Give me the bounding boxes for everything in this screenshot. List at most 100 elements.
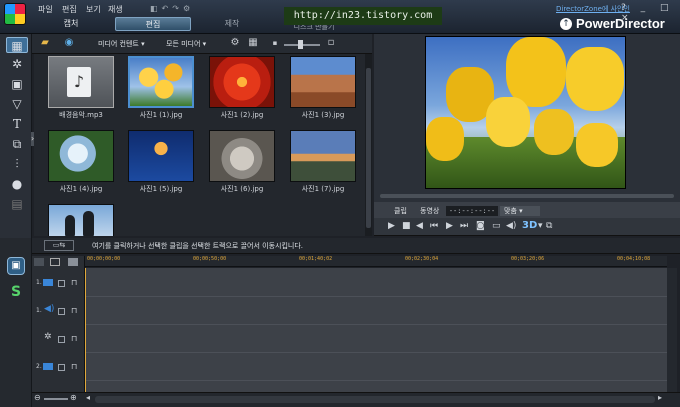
previous-clip-icon[interactable]: ⏮ — [430, 221, 438, 231]
3d-mode-button[interactable]: 3D — [522, 220, 537, 231]
menu-play[interactable]: 재생 — [108, 4, 123, 15]
playhead[interactable] — [85, 268, 86, 392]
audio-mixing-room-icon[interactable]: ⫶ — [8, 156, 26, 172]
grid-view-icon[interactable]: ▦ — [244, 36, 262, 50]
timeline-menu-icon[interactable] — [68, 258, 78, 266]
effect-room-icon[interactable]: ✲ — [8, 56, 26, 72]
fast-forward-icon[interactable]: ⏭ — [460, 221, 468, 231]
thumb-large-icon[interactable]: ▫ — [322, 36, 340, 50]
track-enable-checkbox[interactable] — [58, 308, 65, 315]
library-item[interactable] — [290, 130, 356, 182]
timeline-tracks[interactable] — [86, 268, 667, 392]
watermark-url: http://in23.tistory.com — [284, 7, 442, 25]
library-item[interactable] — [48, 130, 114, 182]
stop-icon[interactable]: ■ — [402, 221, 411, 231]
undock-preview-icon[interactable]: ⧉ — [546, 221, 552, 231]
scroll-right-icon[interactable]: ▸ — [658, 393, 662, 402]
thumbnail-size-handle[interactable] — [298, 40, 303, 49]
library-item[interactable] — [128, 130, 194, 182]
library-scrollbar[interactable] — [365, 54, 372, 236]
library-item-label: 사진1 (1).jpg — [139, 111, 183, 119]
next-frame-icon[interactable]: ▶ — [446, 221, 453, 231]
directorzone-signin-link[interactable]: DirectorZone에 사인인 — [556, 4, 630, 14]
track-lock-icon[interactable]: ⊓ — [71, 334, 77, 343]
tulip-flower — [576, 123, 618, 167]
play-icon[interactable]: ▶ — [388, 221, 395, 231]
tulip-flower — [566, 47, 624, 111]
tab-produce[interactable]: 제작 — [194, 17, 270, 31]
media-room-icon[interactable]: ▦ — [6, 37, 28, 53]
content-filter-dropdown[interactable]: 미디어 컨텐트 ▾ — [94, 37, 149, 51]
video-track-icon — [43, 279, 53, 286]
track-divider — [86, 352, 667, 353]
voiceover-room-icon[interactable]: ● — [8, 176, 26, 192]
movie-mode-button[interactable]: 동영상 — [420, 206, 439, 216]
track-lock-icon[interactable]: ⊓ — [71, 306, 77, 315]
app-logo-icon — [4, 3, 26, 25]
menu-view[interactable]: 보기 — [86, 4, 101, 15]
clip-mode-button[interactable]: 클립 — [394, 206, 407, 216]
volume-icon[interactable]: ◀) — [506, 221, 516, 231]
timeline-vertical-scrollbar[interactable] — [667, 268, 677, 392]
chapter-room-icon[interactable]: ▤ — [8, 196, 26, 212]
library-item[interactable] — [209, 56, 275, 108]
library-item-label: 사진1 (7).jpg — [301, 185, 345, 193]
film-strip-icon[interactable]: ▣ — [7, 257, 25, 275]
timeline-ruler[interactable]: 00;00;00;00 00;00;50;00 00;01;40;02 00;0… — [85, 256, 667, 267]
library-item[interactable] — [48, 204, 114, 236]
previous-frame-icon[interactable]: ◀ — [416, 221, 423, 231]
magic-tool-icon[interactable]: S — [11, 284, 21, 300]
timeline-horizontal-scrollbar[interactable] — [95, 396, 655, 403]
library-item[interactable] — [209, 130, 275, 182]
tab-capture[interactable]: 캡처 — [33, 17, 109, 31]
library-menu-icon[interactable]: ⚙ — [226, 36, 244, 50]
library-item[interactable] — [128, 56, 194, 108]
library-item[interactable] — [290, 56, 356, 108]
effect-track-icon: ✲ — [44, 332, 52, 342]
track-divider — [86, 324, 667, 325]
zoom-in-icon[interactable]: ⊕ — [70, 393, 77, 402]
tab-edit[interactable]: 편집 — [115, 17, 191, 31]
tulip-flower — [534, 109, 574, 155]
external-display-icon[interactable]: ▭ — [492, 221, 501, 231]
zoom-out-icon[interactable]: ⊖ — [34, 393, 41, 402]
particle-room-icon[interactable]: ▽ — [8, 96, 26, 112]
track-header: 1. ◀) ⊓ — [34, 298, 87, 325]
track-enable-checkbox[interactable] — [58, 364, 65, 371]
scroll-left-icon[interactable]: ◂ — [86, 393, 90, 402]
zoom-slider[interactable] — [44, 398, 68, 400]
thumb-small-icon[interactable]: ▪ — [266, 36, 284, 50]
media-type-dropdown[interactable]: 모든 미디어 ▾ — [162, 37, 210, 51]
library-scroll-thumb[interactable] — [366, 68, 371, 228]
download-media-icon[interactable]: ◉ — [60, 36, 78, 50]
preview-seekbar[interactable] — [380, 194, 674, 198]
track-enable-checkbox[interactable] — [58, 336, 65, 343]
track-enable-checkbox[interactable] — [58, 280, 65, 287]
snapshot-icon[interactable]: ◙ — [476, 221, 485, 231]
transition-room-icon[interactable]: ⧉ — [8, 136, 26, 152]
quick-access-icons[interactable]: ◧↶↷⚙ — [150, 4, 194, 13]
pip-room-icon[interactable]: ▣ — [8, 76, 26, 92]
track-manager-icon[interactable] — [34, 258, 44, 266]
import-media-icon[interactable]: ▰ — [36, 36, 54, 50]
menu-edit[interactable]: 편집 — [62, 4, 77, 15]
drag-instruction-text: 여기를 클릭하거나 선택한 클립을 선택한 트랙으로 끌어서 이동시킵니다. — [92, 242, 303, 250]
music-file-icon: ♪ — [67, 67, 91, 97]
title-room-icon[interactable]: T — [8, 116, 26, 132]
track-divider — [86, 380, 667, 381]
track-number: 1. — [36, 279, 42, 286]
track-lock-icon[interactable]: ⊓ — [71, 278, 77, 287]
tulip-flower — [486, 97, 530, 147]
track-lock-icon[interactable]: ⊓ — [71, 362, 77, 371]
menu-file[interactable]: 파일 — [38, 4, 53, 15]
timecode-display[interactable]: --:--:--:-- — [446, 206, 498, 216]
ruler-tick: 00;01;40;02 — [299, 256, 333, 262]
3d-dropdown-icon[interactable]: ▾ — [538, 221, 543, 231]
ruler-tick: 00;04;10;08 — [617, 256, 651, 262]
library-item-label: 사진1 (5).jpg — [139, 185, 183, 193]
library-item[interactable]: ♪ — [48, 56, 114, 108]
timeline-option-icon[interactable] — [50, 258, 60, 266]
timeline-view-toggle[interactable]: ▭⇆ — [44, 240, 74, 251]
fit-dropdown[interactable]: 맞춤 ▾ — [500, 206, 540, 216]
ruler-tick: 00;00;50;00 — [193, 256, 227, 262]
